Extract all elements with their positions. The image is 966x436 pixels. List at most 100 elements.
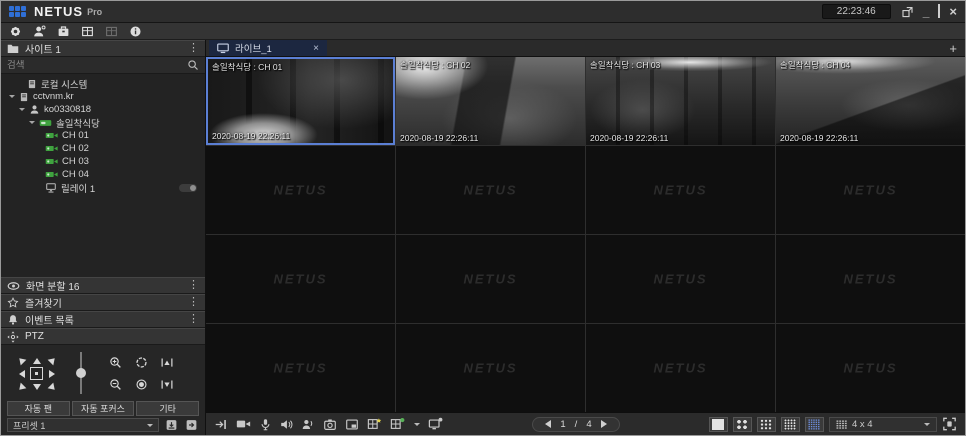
video-tile-empty[interactable]: NETUS	[206, 146, 395, 234]
auto-focus-button[interactable]: 자동 포커스	[71, 401, 135, 416]
camera-icon[interactable]	[236, 418, 251, 430]
favorites-menu-icon[interactable]: ⋮	[188, 297, 199, 308]
close-button[interactable]: ×	[949, 5, 957, 18]
layout-5x5-button[interactable]	[804, 416, 824, 432]
tab-live-1[interactable]: 라이브_1 ×	[209, 40, 327, 56]
tree-item-server[interactable]: cctvnm.kr	[1, 90, 205, 103]
pip-view-icon[interactable]	[345, 418, 359, 431]
page-navigator: 1 / 4	[532, 416, 620, 432]
video-tile-empty[interactable]: NETUS	[396, 324, 585, 412]
auto-pan-button[interactable]: 자동 팬	[7, 401, 70, 416]
preset-save-icon[interactable]	[163, 419, 179, 432]
maximize-button[interactable]	[938, 4, 941, 18]
layout-4x4-button[interactable]	[780, 416, 800, 432]
microphone-icon[interactable]	[259, 418, 272, 431]
remove-channel-icon[interactable]	[214, 418, 228, 431]
ptz-up-icon[interactable]	[32, 354, 41, 364]
ptz-dpad	[11, 351, 62, 396]
tab-close-icon[interactable]: ×	[313, 43, 319, 54]
layout-preset-caret-icon[interactable]	[414, 422, 420, 429]
iris-open-icon[interactable]	[135, 356, 148, 369]
event-list-panel-header[interactable]: 이벤트 목록 ⋮	[1, 311, 205, 328]
expander-icon[interactable]	[19, 108, 25, 114]
site-panel-header[interactable]: 사이트 1 ⋮	[1, 40, 205, 57]
add-tab-button[interactable]: +	[949, 42, 957, 55]
focus-near-icon[interactable]	[160, 378, 174, 391]
video-tile-empty[interactable]: NETUS	[586, 146, 775, 234]
video-tile-empty[interactable]: NETUS	[776, 146, 965, 234]
layout-table-icon[interactable]	[81, 25, 94, 38]
ptz-speed-slider[interactable]	[68, 350, 94, 398]
event-list-title: 이벤트 목록	[25, 316, 74, 327]
ptz-panel-header[interactable]: PTZ	[1, 328, 205, 345]
iris-close-icon[interactable]	[135, 378, 148, 391]
info-icon[interactable]	[129, 25, 142, 38]
settings-gear-icon[interactable]	[9, 25, 22, 38]
tree-item-channel[interactable]: CH 01	[1, 129, 205, 142]
relay-toggle[interactable]	[179, 183, 197, 192]
netus-watermark: NETUS	[653, 182, 708, 198]
event-list-menu-icon[interactable]: ⋮	[188, 314, 199, 325]
layout-2x2-button[interactable]	[732, 416, 752, 432]
video-tile-empty[interactable]: NETUS	[206, 235, 395, 323]
prev-page-icon[interactable]	[541, 420, 552, 428]
screen-split-menu-icon[interactable]: ⋮	[188, 280, 199, 291]
save-layout-icon[interactable]	[367, 417, 382, 431]
ptz-down-right-icon[interactable]	[47, 382, 60, 395]
backup-box-icon[interactable]	[57, 25, 70, 38]
tree-item-relay[interactable]: 릴레이 1	[1, 181, 205, 195]
tree-item-account[interactable]: ko0330818	[1, 103, 205, 116]
layout-preset-icon[interactable]	[390, 417, 405, 431]
focus-far-icon[interactable]	[160, 356, 174, 369]
site-panel-menu-icon[interactable]: ⋮	[188, 43, 199, 54]
layout-select[interactable]: 4 x 4	[828, 416, 937, 432]
snapshot-icon[interactable]	[323, 418, 337, 431]
ptz-down-left-icon[interactable]	[13, 382, 26, 395]
fullscreen-icon[interactable]	[942, 417, 957, 431]
detach-window-icon[interactable]	[901, 6, 914, 18]
minimize-button[interactable]: _	[923, 6, 930, 18]
ptz-center-icon[interactable]	[30, 367, 43, 380]
add-user-icon[interactable]	[33, 24, 46, 38]
ptz-down-icon[interactable]	[32, 383, 41, 394]
speaker-icon[interactable]	[280, 418, 293, 431]
zoom-in-icon[interactable]	[109, 356, 122, 369]
screen-split-panel-header[interactable]: 화면 분할 16 ⋮	[1, 277, 205, 294]
two-way-audio-icon[interactable]	[301, 418, 315, 431]
expander-icon[interactable]	[29, 121, 35, 127]
tree-item-channel[interactable]: CH 02	[1, 142, 205, 155]
video-tile-ch04[interactable]: 솔일착식당 : CH 04 2020-08-19 22:26:11	[776, 57, 965, 145]
ptz-right-icon[interactable]	[48, 369, 59, 378]
layout-1x1-button[interactable]	[708, 416, 728, 432]
video-tile-ch03[interactable]: 솔일착식당 : CH 03 2020-08-19 22:26:11	[586, 57, 775, 145]
ptz-etc-button[interactable]: 기타	[136, 401, 200, 416]
video-tile-empty[interactable]: NETUS	[586, 235, 775, 323]
display-settings-icon[interactable]	[428, 417, 443, 431]
video-tile-empty[interactable]: NETUS	[776, 235, 965, 323]
expander-icon[interactable]	[9, 95, 15, 101]
video-tile-empty[interactable]: NETUS	[396, 146, 585, 234]
video-tile-empty[interactable]: NETUS	[206, 324, 395, 412]
video-tile-empty[interactable]: NETUS	[586, 324, 775, 412]
preset-go-icon[interactable]	[183, 419, 199, 432]
layout-3x3-button[interactable]	[756, 416, 776, 432]
next-page-icon[interactable]	[600, 420, 611, 428]
search-input[interactable]	[7, 59, 187, 71]
video-tile-ch01[interactable]: 솔일착식당 : CH 01 2020-08-19 22:26:11	[206, 57, 395, 145]
ptz-left-icon[interactable]	[14, 369, 25, 378]
page-current: 1	[560, 418, 566, 430]
preset-dropdown[interactable]: 프리셋 1	[7, 418, 159, 432]
favorites-panel-header[interactable]: 즐겨찾기 ⋮	[1, 294, 205, 311]
tree-item-local-system[interactable]: 로컬 시스템	[1, 77, 205, 91]
video-tile-ch02[interactable]: 솔일착식당 : CH 02 2020-08-19 22:26:11	[396, 57, 585, 145]
ptz-up-right-icon[interactable]	[47, 352, 60, 365]
search-icon[interactable]	[187, 59, 199, 71]
ptz-up-left-icon[interactable]	[13, 352, 26, 365]
zoom-out-icon[interactable]	[109, 378, 122, 391]
camera-timestamp: 2020-08-19 22:26:11	[400, 133, 479, 143]
video-tile-empty[interactable]: NETUS	[396, 235, 585, 323]
tree-item-device[interactable]: 솔일착식당	[1, 116, 205, 130]
tree-item-channel[interactable]: CH 03	[1, 155, 205, 168]
tree-item-channel[interactable]: CH 04	[1, 168, 205, 181]
video-tile-empty[interactable]: NETUS	[776, 324, 965, 412]
